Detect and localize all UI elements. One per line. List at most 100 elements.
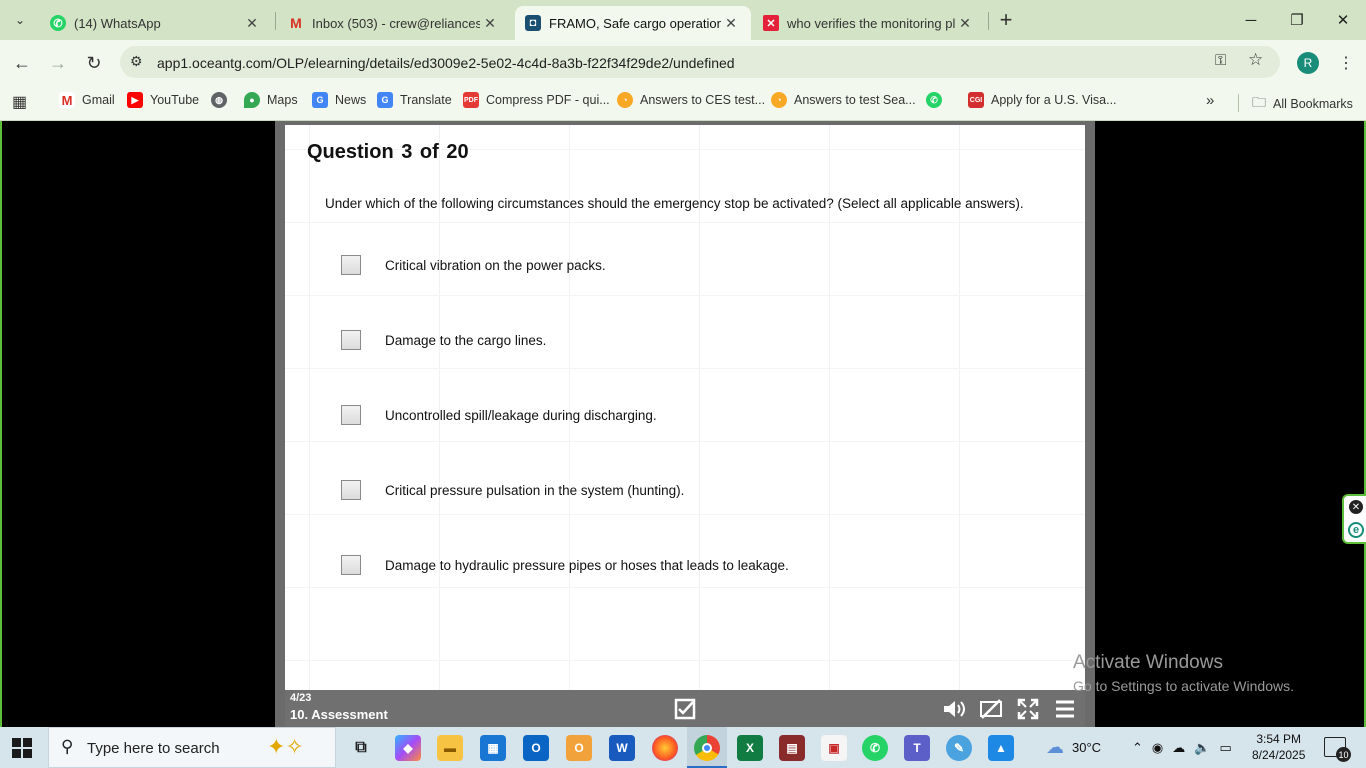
answer-option[interactable]: Damage to hydraulic pressure pipes or ho… [341,555,789,575]
clock[interactable]: 3:54 PM 8/24/2025 [1252,731,1305,763]
answer-label[interactable]: Critical pressure pulsation in the syste… [385,483,684,498]
notification-center-icon[interactable]: 10 [1324,737,1351,762]
excel-icon[interactable]: X [737,735,763,761]
gmail-icon: M [59,92,75,108]
bookmark-translate[interactable]: G Translate [377,92,452,108]
activate-windows-watermark: Activate Windows Go to Settings to activ… [1073,652,1294,694]
bookmark-star-icon[interactable]: ☆ [1248,50,1263,70]
tab-whatsapp[interactable]: ✆ (14) WhatsApp ✕ [40,6,272,40]
volume-icon[interactable] [941,696,967,722]
bookmark-ces-answers[interactable]: ◔ Answers to CES test... [617,92,765,108]
onedrive-icon[interactable]: ☁ [1172,740,1185,756]
bookmark-compress-pdf[interactable]: PDF Compress PDF - qui... [463,92,610,108]
bookmark-sea-answers[interactable]: ◔ Answers to test Sea... [771,92,916,108]
copilot-icon[interactable]: ◆ [395,735,421,761]
forward-icon[interactable]: → [43,48,73,78]
tab-search-result[interactable]: ✕ who verifies the monitoring pla ✕ [753,6,985,40]
slide-counter: 4/23 [290,692,312,704]
network-icon[interactable]: ▭ [1219,740,1231,756]
start-windows-icon[interactable] [12,738,32,758]
close-widget-icon[interactable]: ✕ [1349,500,1363,514]
weather-widget[interactable]: ☁ 30°C [1046,727,1101,768]
firefox-icon[interactable] [652,735,678,761]
answer-label[interactable]: Critical vibration on the power packs. [385,258,606,273]
answer-label[interactable]: Damage to the cargo lines. [385,333,546,348]
submit-check-icon[interactable] [672,696,698,722]
back-icon[interactable]: ← [7,48,37,78]
bookmark-globe[interactable]: ◍ [211,92,234,108]
apps-grid-icon[interactable]: ▦ [12,92,27,112]
whatsapp-icon[interactable]: ✆ [862,735,888,761]
new-tab-button[interactable]: + [991,5,1021,35]
answer-checkbox[interactable] [341,405,361,425]
answer-label[interactable]: Uncontrolled spill/leakage during discha… [385,408,657,423]
maps-pin-icon: ● [244,92,260,108]
word-icon[interactable]: W [609,735,635,761]
record-icon[interactable]: ◉ [1152,740,1163,756]
cgi-icon: CGI [968,92,984,108]
minimize-icon[interactable]: ─ [1228,0,1274,40]
photos-icon[interactable]: ▲ [988,735,1014,761]
file-explorer-icon[interactable]: ▬ [437,735,463,761]
taskbar-search-box[interactable]: ⚲ Type here to search ✦✧ [48,727,336,768]
profile-avatar[interactable]: R [1297,52,1319,74]
paint-icon[interactable]: ✎ [946,735,972,761]
chevron-up-icon[interactable]: ⌃ [1132,740,1143,756]
speaker-muted-icon[interactable]: 🔈 [1194,740,1210,756]
ms-store-icon[interactable]: ▦ [480,735,506,761]
chrome-icon[interactable] [694,735,720,761]
question-title: Question 3 of 20 [307,141,469,163]
section-title: 10. Assessment [290,707,388,722]
globe-icon: ◍ [211,92,227,108]
whatsapp-icon: ✆ [926,92,942,108]
owl-icon: ◔ [771,92,787,108]
answer-option[interactable]: Critical vibration on the power packs. [341,255,606,275]
bookmark-maps[interactable]: ● Maps [244,92,298,108]
tab-search-chevron-icon[interactable]: ⌄ [5,5,35,35]
bookmark-youtube[interactable]: ▶ YouTube [127,92,199,108]
all-bookmarks-button[interactable]: 🗀 All Bookmarks [1252,92,1353,116]
captions-off-icon[interactable] [978,696,1004,722]
more-bookmarks-button[interactable]: » [1206,92,1214,109]
answer-label[interactable]: Damage to hydraulic pressure pipes or ho… [385,558,789,573]
whatsapp-icon: ✆ [50,15,66,31]
bookmark-gmail[interactable]: M Gmail [59,92,115,108]
fullscreen-icon[interactable] [1015,696,1041,722]
menu-hamburger-icon[interactable] [1052,696,1078,722]
close-tab-icon[interactable]: ✕ [242,15,262,32]
winrar-icon[interactable]: ▤ [779,735,805,761]
restore-icon[interactable]: ❐ [1274,0,1320,40]
close-tab-icon[interactable]: ✕ [955,15,975,32]
task-view-icon[interactable]: ⧉ [348,735,374,761]
reload-icon[interactable]: ↻ [79,48,109,78]
pdf-icon: PDF [463,92,479,108]
pdf-reader-icon[interactable]: ▣ [821,735,847,761]
extension-logo-icon[interactable]: e [1348,522,1364,538]
close-tab-icon[interactable]: ✕ [721,15,741,32]
tab-gmail[interactable]: M Inbox (503) - crew@relianceship ✕ [278,6,510,40]
menu-kebab-icon[interactable]: ⋮ [1331,48,1361,78]
answer-checkbox[interactable] [341,480,361,500]
teams-icon[interactable]: T [904,735,930,761]
bookmark-news[interactable]: G News [312,92,366,108]
answer-option[interactable]: Critical pressure pulsation in the syste… [341,480,684,500]
tab-strip: ⌄ ✆ (14) WhatsApp ✕ M Inbox (503) - crew… [0,0,1366,40]
address-bar[interactable]: ⚙ app1.oceantg.com/OLP/elearning/details… [120,46,1280,78]
answer-option[interactable]: Uncontrolled spill/leakage during discha… [341,405,657,425]
calc-sheet-icon[interactable]: O [566,735,592,761]
extension-sidebar-widget[interactable]: ✕ e [1342,494,1366,544]
answer-checkbox[interactable] [341,255,361,275]
answer-option[interactable]: Damage to the cargo lines. [341,330,546,350]
url-text[interactable]: app1.oceantg.com/OLP/elearning/details/e… [157,55,735,71]
answer-checkbox[interactable] [341,555,361,575]
answer-checkbox[interactable] [341,330,361,350]
player-control-bar: 4/23 10. Assessment [285,690,1085,727]
tab-framo[interactable]: ◘ FRAMO, Safe cargo operations ✕ [515,6,751,40]
close-window-icon[interactable]: ✕ [1320,0,1366,40]
key-icon[interactable]: ⚿ [1215,52,1226,69]
outlook-icon[interactable]: O [523,735,549,761]
close-tab-icon[interactable]: ✕ [480,15,500,32]
bookmark-us-visa[interactable]: CGI Apply for a U.S. Visa... [968,92,1117,108]
site-info-icon[interactable]: ⚙ [130,53,143,70]
bookmark-whatsapp[interactable]: ✆ [926,92,949,108]
